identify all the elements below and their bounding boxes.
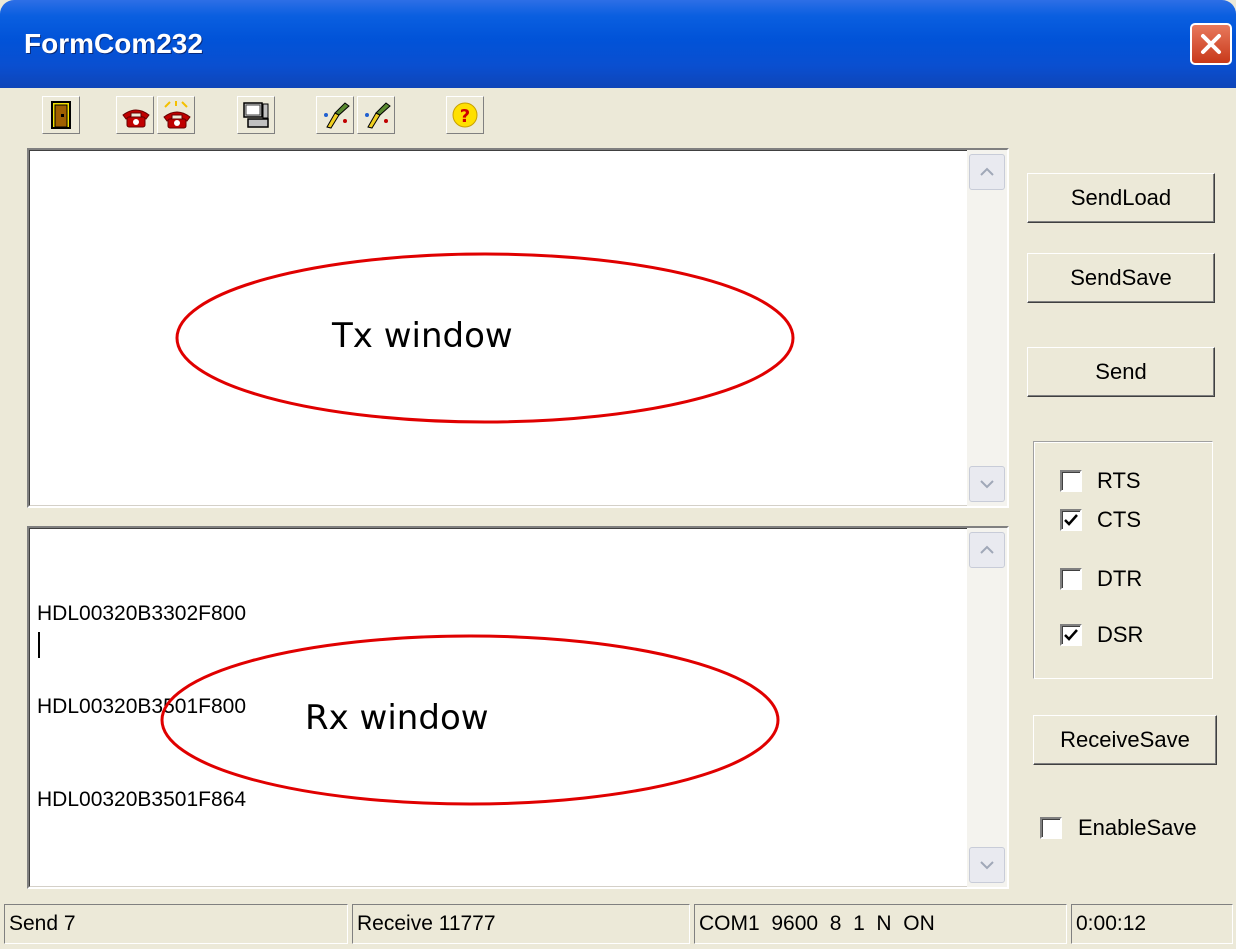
enable-save-checkbox[interactable] xyxy=(1040,817,1062,839)
chevron-down-icon xyxy=(980,861,994,870)
rx-annotation-label: Rx window xyxy=(305,698,489,738)
dsr-checkbox[interactable] xyxy=(1060,624,1082,646)
status-port-settings: COM1 9600 8 1 N ON xyxy=(694,904,1067,944)
brush-clear-tx-icon xyxy=(324,102,350,129)
help-button[interactable]: ? xyxy=(446,96,484,134)
brush-clear-rx-icon xyxy=(365,102,391,129)
dtr-label[interactable]: DTR xyxy=(1097,566,1142,592)
clear-rx-button[interactable] xyxy=(357,96,395,134)
tx-annotation-label: Tx window xyxy=(332,316,513,356)
chevron-up-icon xyxy=(980,545,994,554)
exit-door-icon xyxy=(51,101,71,129)
rx-scroll-up-button[interactable] xyxy=(969,532,1005,568)
text-caret xyxy=(38,632,40,658)
cts-label[interactable]: CTS xyxy=(1097,507,1141,533)
tx-scroll-down-button[interactable] xyxy=(969,466,1005,502)
checkmark-icon xyxy=(1064,629,1078,641)
rts-label[interactable]: RTS xyxy=(1097,468,1141,494)
tx-scrollbar[interactable] xyxy=(967,150,1007,506)
disconnect-button[interactable] xyxy=(157,96,195,134)
send-button[interactable]: Send xyxy=(1027,347,1215,397)
rx-line: HDL00320B3302F800 xyxy=(37,602,246,625)
rx-scrollbar[interactable] xyxy=(967,528,1007,887)
checkmark-icon xyxy=(1064,514,1078,526)
cts-checkbox[interactable] xyxy=(1060,509,1082,531)
send-save-button[interactable]: SendSave xyxy=(1027,253,1215,303)
computer-settings-icon xyxy=(243,102,269,128)
dsr-label[interactable]: DSR xyxy=(1097,622,1143,648)
tx-scroll-up-button[interactable] xyxy=(969,154,1005,190)
window-title: FormCom232 xyxy=(24,28,203,59)
title-bar[interactable]: FormCom232 xyxy=(0,0,1236,88)
svg-text:?: ? xyxy=(460,106,470,127)
phone-connect-icon xyxy=(122,109,150,128)
status-send-count: Send 7 xyxy=(4,904,348,944)
connect-button[interactable] xyxy=(116,96,154,134)
exit-button[interactable] xyxy=(42,96,80,134)
dtr-checkbox[interactable] xyxy=(1060,568,1082,590)
form-com232-window: FormCom232 ? HDL00320B3302F800 HDL00320B… xyxy=(0,0,1236,949)
close-button[interactable] xyxy=(1190,23,1232,65)
rx-scroll-down-button[interactable] xyxy=(969,847,1005,883)
clear-tx-button[interactable] xyxy=(316,96,354,134)
status-elapsed-time: 0:00:12 xyxy=(1071,904,1233,944)
status-bar: Send 7 Receive 11777 COM1 9600 8 1 N ON … xyxy=(0,898,1236,949)
help-question-icon: ? xyxy=(452,102,478,128)
status-receive-count: Receive 11777 xyxy=(352,904,690,944)
phone-disconnect-icon xyxy=(163,101,191,129)
receive-save-button[interactable]: ReceiveSave xyxy=(1033,715,1217,765)
settings-button[interactable] xyxy=(237,96,275,134)
chevron-up-icon xyxy=(980,167,994,176)
send-load-button[interactable]: SendLoad xyxy=(1027,173,1215,223)
close-x-icon xyxy=(1201,34,1221,54)
rts-checkbox[interactable] xyxy=(1060,470,1082,492)
chevron-down-icon xyxy=(980,480,994,489)
enable-save-label[interactable]: EnableSave xyxy=(1078,815,1197,841)
